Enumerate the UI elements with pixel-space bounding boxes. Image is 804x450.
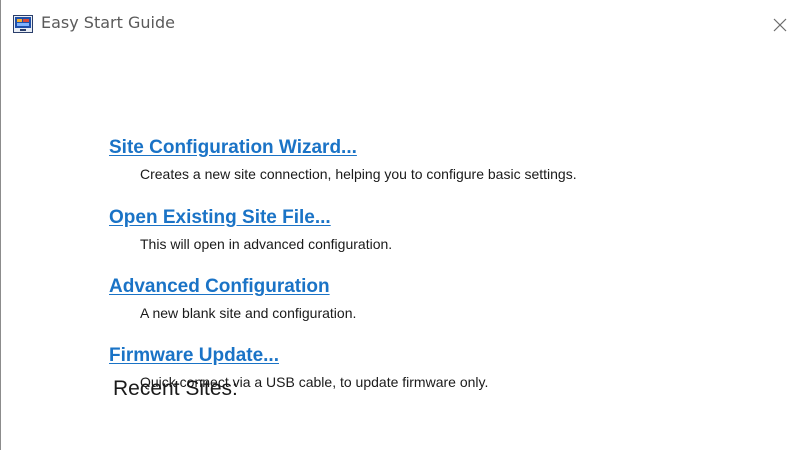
window-title: Easy Start Guide <box>41 13 175 32</box>
firmware-update-link[interactable]: Firmware Update... <box>109 345 488 367</box>
advanced-configuration-description: A new blank site and configuration. <box>140 305 357 321</box>
open-existing-site-file-description: This will open in advanced configuration… <box>140 236 393 252</box>
site-configuration-wizard-link[interactable]: Site Configuration Wizard... <box>109 137 577 159</box>
site-configuration-wizard-description: Creates a new site connection, helping y… <box>140 166 577 182</box>
open-existing-site-file-link[interactable]: Open Existing Site File... <box>109 207 392 229</box>
monitor-app-icon <box>13 15 33 33</box>
option-open-existing-site-file: Open Existing Site File... This will ope… <box>109 207 392 252</box>
close-icon <box>773 18 787 32</box>
option-site-configuration-wizard: Site Configuration Wizard... Creates a n… <box>109 137 577 182</box>
recent-sites-heading: Recent Sites: <box>113 377 238 400</box>
advanced-configuration-link[interactable]: Advanced Configuration <box>109 276 356 298</box>
title-bar[interactable]: Easy Start Guide <box>1 0 804 44</box>
option-advanced-configuration: Advanced Configuration A new blank site … <box>109 276 356 321</box>
close-button[interactable] <box>761 10 797 38</box>
easy-start-guide-window: Easy Start Guide Site Configuration Wiza… <box>0 0 804 450</box>
